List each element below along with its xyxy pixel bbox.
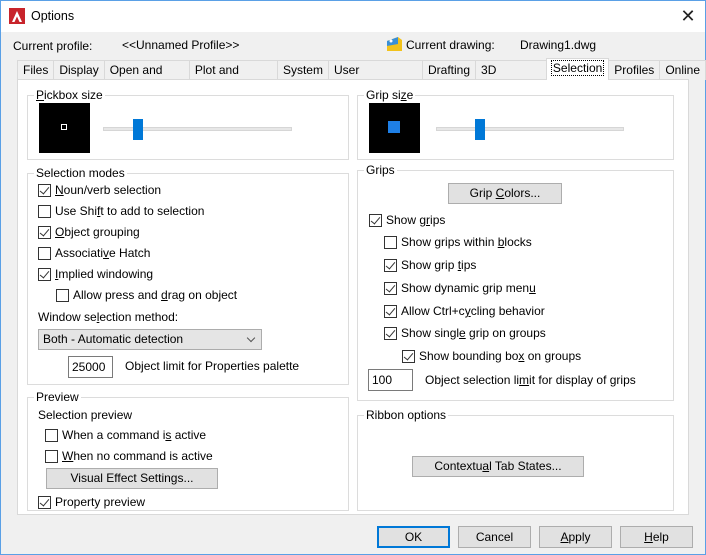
window-selection-method-label: Window selection method: bbox=[38, 310, 179, 324]
grip-object-limit-input[interactable]: 100 bbox=[368, 369, 413, 391]
tab-open-and-save[interactable]: Open and Save bbox=[103, 60, 190, 96]
show-single-grip-on-groups-checkbox[interactable]: Show single grip on groups bbox=[384, 326, 546, 340]
object-limit-input[interactable]: 25000 bbox=[68, 356, 113, 378]
tab-online[interactable]: Online bbox=[659, 60, 706, 80]
checkbox-unchecked-icon bbox=[38, 246, 51, 260]
title-bar: Options ✕ bbox=[1, 1, 705, 32]
noun-verb-selection-checkbox[interactable]: Noun/verb selection bbox=[38, 183, 161, 197]
close-button[interactable]: ✕ bbox=[671, 1, 705, 32]
tab-strip: Files Display Open and Save Plot and Pub… bbox=[17, 58, 706, 96]
tab-drafting[interactable]: Drafting bbox=[422, 60, 477, 80]
checkbox-checked-icon bbox=[38, 183, 51, 197]
checkbox-unchecked-icon bbox=[45, 428, 58, 442]
show-grips-within-blocks-checkbox[interactable]: Show grips within blocks bbox=[384, 235, 532, 249]
grip-square-icon bbox=[388, 121, 400, 133]
selection-modes-title: Selection modes bbox=[34, 166, 127, 180]
checkbox-checked-icon bbox=[402, 349, 415, 363]
tab-3d-modeling[interactable]: 3D Modeling bbox=[475, 60, 547, 96]
show-bounding-box-on-groups-checkbox[interactable]: Show bounding box on groups bbox=[402, 349, 581, 363]
current-profile-value: <<Unnamed Profile>> bbox=[122, 38, 240, 52]
checkbox-unchecked-icon bbox=[38, 204, 51, 218]
apply-button[interactable]: Apply bbox=[539, 526, 612, 548]
close-icon: ✕ bbox=[680, 6, 696, 26]
contextual-tab-states-button[interactable]: Contextual Tab States... bbox=[412, 456, 584, 477]
property-preview-checkbox[interactable]: Property preview bbox=[38, 495, 145, 509]
checkbox-checked-icon bbox=[369, 213, 382, 227]
show-dynamic-grip-menu-checkbox[interactable]: Show dynamic grip menu bbox=[384, 281, 536, 295]
tab-user-preferences[interactable]: User Preferences bbox=[327, 60, 423, 96]
object-grouping-checkbox[interactable]: Object grouping bbox=[38, 225, 140, 239]
pickbox-size-group: Pickbox size bbox=[27, 88, 349, 160]
tab-profiles[interactable]: Profiles bbox=[608, 60, 661, 80]
show-grip-tips-checkbox[interactable]: Show grip tips bbox=[384, 258, 476, 272]
checkbox-unchecked-icon bbox=[56, 288, 69, 302]
grip-object-limit-label: Object selection limit for display of gr… bbox=[425, 373, 636, 387]
associative-hatch-checkbox[interactable]: Associative Hatch bbox=[38, 246, 150, 260]
tab-plot-and-publish[interactable]: Plot and Publish bbox=[188, 60, 278, 96]
use-shift-checkbox[interactable]: Use Shift to add to selection bbox=[38, 204, 204, 218]
grips-group: Grips Grip Colors... Show grips Show gri… bbox=[357, 163, 674, 401]
pickbox-preview bbox=[39, 103, 90, 153]
help-button[interactable]: Help bbox=[620, 526, 693, 548]
checkbox-checked-icon bbox=[384, 258, 397, 272]
checkbox-unchecked-icon bbox=[45, 449, 58, 463]
implied-windowing-checkbox[interactable]: Implied windowing bbox=[38, 267, 153, 281]
grip-size-preview bbox=[369, 103, 420, 153]
grip-size-slider-thumb[interactable] bbox=[475, 119, 486, 140]
grip-colors-button[interactable]: Grip Colors... bbox=[448, 183, 562, 204]
drawing-file-icon bbox=[387, 37, 402, 51]
tab-selection[interactable]: Selection bbox=[545, 58, 610, 80]
ribbon-options-group: Ribbon options Contextual Tab States... bbox=[357, 408, 674, 511]
pickbox-square-icon bbox=[61, 124, 67, 130]
cancel-button[interactable]: Cancel bbox=[458, 526, 531, 548]
checkbox-checked-icon bbox=[38, 267, 51, 281]
checkbox-checked-icon bbox=[384, 281, 397, 295]
autocad-logo-icon bbox=[9, 8, 25, 24]
pickbox-size-title: Pickbox size bbox=[34, 88, 105, 102]
checkbox-checked-icon bbox=[38, 495, 51, 509]
grips-title: Grips bbox=[364, 163, 397, 177]
current-profile-label: Current profile: bbox=[13, 39, 93, 53]
ok-button[interactable]: OK bbox=[377, 526, 450, 548]
selection-modes-group: Selection modes Noun/verb selection Use … bbox=[27, 166, 349, 385]
grip-size-title: Grip size bbox=[364, 88, 416, 102]
checkbox-checked-icon bbox=[384, 304, 397, 318]
checkbox-unchecked-icon bbox=[384, 235, 397, 249]
ribbon-options-title: Ribbon options bbox=[364, 408, 449, 422]
when-command-active-checkbox[interactable]: When a command is active bbox=[45, 428, 206, 442]
options-dialog: Options ✕ Current profile: <<Unnamed Pro… bbox=[0, 0, 706, 555]
selection-tab-page: Pickbox size Grip size Selection modes N… bbox=[17, 79, 689, 515]
show-grips-checkbox[interactable]: Show grips bbox=[369, 213, 445, 227]
visual-effect-settings-button[interactable]: Visual Effect Settings... bbox=[46, 468, 218, 489]
tab-display[interactable]: Display bbox=[53, 60, 105, 80]
tab-system[interactable]: System bbox=[276, 60, 329, 80]
checkbox-checked-icon bbox=[38, 225, 51, 239]
current-drawing-label: Current drawing: bbox=[406, 38, 495, 52]
pickbox-slider-track[interactable] bbox=[103, 127, 292, 131]
window-title: Options bbox=[31, 9, 75, 23]
object-limit-label: Object limit for Properties palette bbox=[125, 359, 300, 373]
checkbox-checked-icon bbox=[384, 326, 397, 340]
preview-group: Preview Selection preview When a command… bbox=[27, 390, 349, 511]
selection-preview-label: Selection preview bbox=[38, 408, 133, 422]
when-no-command-active-checkbox[interactable]: When no command is active bbox=[45, 449, 213, 463]
window-selection-method-dropdown[interactable]: Both - Automatic detection bbox=[38, 329, 262, 350]
tab-files[interactable]: Files bbox=[17, 60, 55, 80]
grip-size-slider-track[interactable] bbox=[436, 127, 624, 131]
pickbox-slider-thumb[interactable] bbox=[133, 119, 144, 140]
chevron-down-icon bbox=[246, 333, 256, 343]
allow-ctrl-cycling-checkbox[interactable]: Allow Ctrl+cycling behavior bbox=[384, 304, 545, 318]
current-drawing-value: Drawing1.dwg bbox=[520, 38, 597, 52]
preview-title: Preview bbox=[34, 390, 81, 404]
allow-press-and-drag-checkbox[interactable]: Allow press and drag on object bbox=[56, 288, 237, 302]
grip-size-group: Grip size bbox=[357, 88, 674, 160]
